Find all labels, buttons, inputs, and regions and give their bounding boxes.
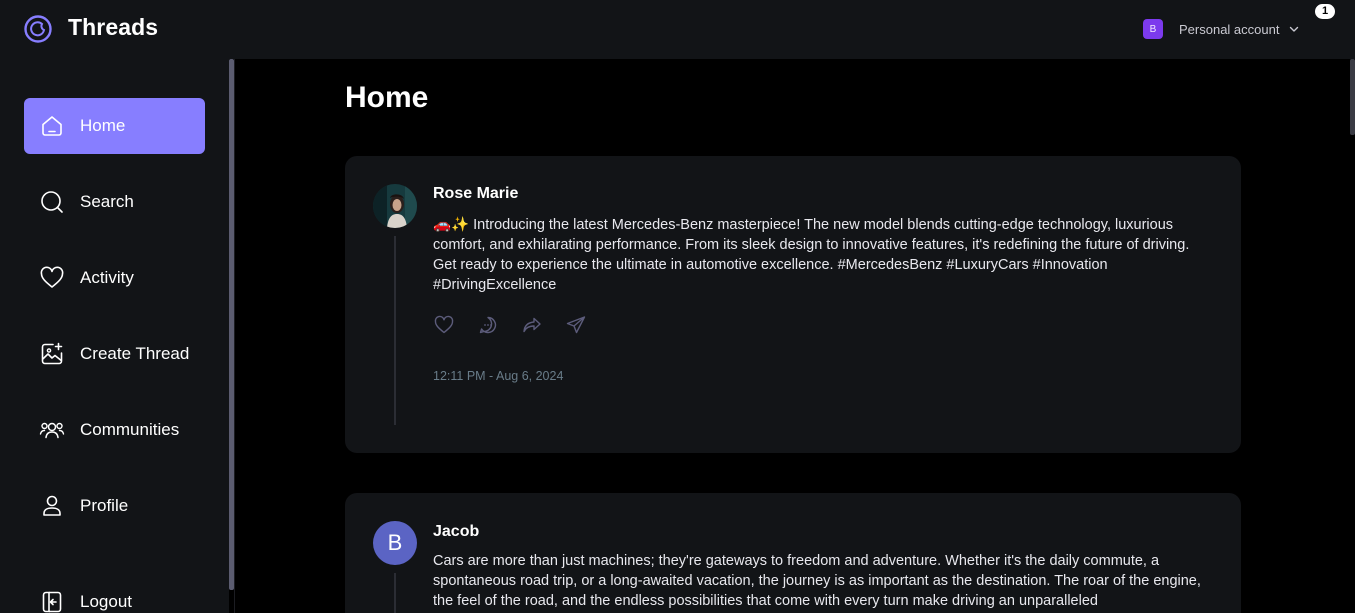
repost-icon[interactable] <box>521 314 543 336</box>
sidebar-item-label: Home <box>80 116 126 135</box>
account-switcher[interactable]: B Personal account <box>1143 19 1300 39</box>
sidebar-item-communities[interactable]: Communities <box>24 402 205 458</box>
account-avatar: B <box>1143 19 1163 39</box>
sidebar-item-create-thread[interactable]: Create Thread <box>24 326 205 382</box>
thread-card: B Jacob Cars are more than just machines… <box>345 493 1241 613</box>
app-title[interactable]: Threads <box>68 14 158 41</box>
thread-timestamp: 12:11 PM - Aug 6, 2024 <box>433 369 564 383</box>
sidebar-item-profile[interactable]: Profile <box>24 478 205 534</box>
sidebar-item-label: Activity <box>80 268 134 287</box>
thread-author[interactable]: Rose Marie <box>433 185 518 203</box>
create-thread-icon <box>41 342 63 365</box>
thread-author[interactable]: Jacob <box>433 523 479 541</box>
like-icon[interactable] <box>433 314 455 336</box>
thread-actions <box>433 314 609 336</box>
thread-connector-line <box>394 236 396 425</box>
main-scrollbar[interactable] <box>1350 59 1355 135</box>
thread-connector-line <box>394 573 396 613</box>
sidebar-item-label: Communities <box>80 420 180 439</box>
avatar[interactable] <box>373 184 417 228</box>
share-icon[interactable] <box>565 314 587 336</box>
sidebar-item-activity[interactable]: Activity <box>24 250 205 306</box>
search-icon <box>41 191 63 213</box>
home-icon <box>42 116 62 136</box>
thread-text: 🚗✨ Introducing the latest Mercedes-Benz … <box>433 217 1190 293</box>
sidebar-item-label: Create Thread <box>80 344 190 363</box>
communities-icon <box>39 422 65 439</box>
author-photo <box>373 184 417 228</box>
top-bar: Threads B Personal account 1 <box>0 0 1355 59</box>
sidebar-item-logout[interactable]: Logout <box>24 574 205 613</box>
account-name: Personal account <box>1179 21 1280 37</box>
left-sidebar: Home Search Activity Create Thread Commu… <box>0 59 229 613</box>
sidebar-item-label: Profile <box>80 496 129 515</box>
sidebar-divider <box>234 59 235 613</box>
sidebar-item-label: Search <box>80 192 134 211</box>
heart-icon <box>40 266 64 288</box>
sidebar-item-search[interactable]: Search <box>24 174 205 230</box>
logout-icon <box>42 591 62 613</box>
page-title: Home <box>345 81 429 114</box>
avatar[interactable]: B <box>373 521 417 565</box>
sidebar-item-home[interactable]: Home <box>24 98 205 154</box>
notification-badge[interactable]: 1 <box>1315 4 1335 19</box>
sidebar-item-label: Logout <box>80 592 132 611</box>
thread-text: Cars are more than just machines; they'r… <box>433 553 1201 609</box>
profile-icon <box>43 495 61 516</box>
threads-logo-icon[interactable] <box>23 14 53 44</box>
chevron-down-icon <box>1290 26 1299 32</box>
thread-card: Rose Marie 🚗✨ Introducing the latest Mer… <box>345 156 1241 453</box>
reply-icon[interactable] <box>477 314 499 336</box>
